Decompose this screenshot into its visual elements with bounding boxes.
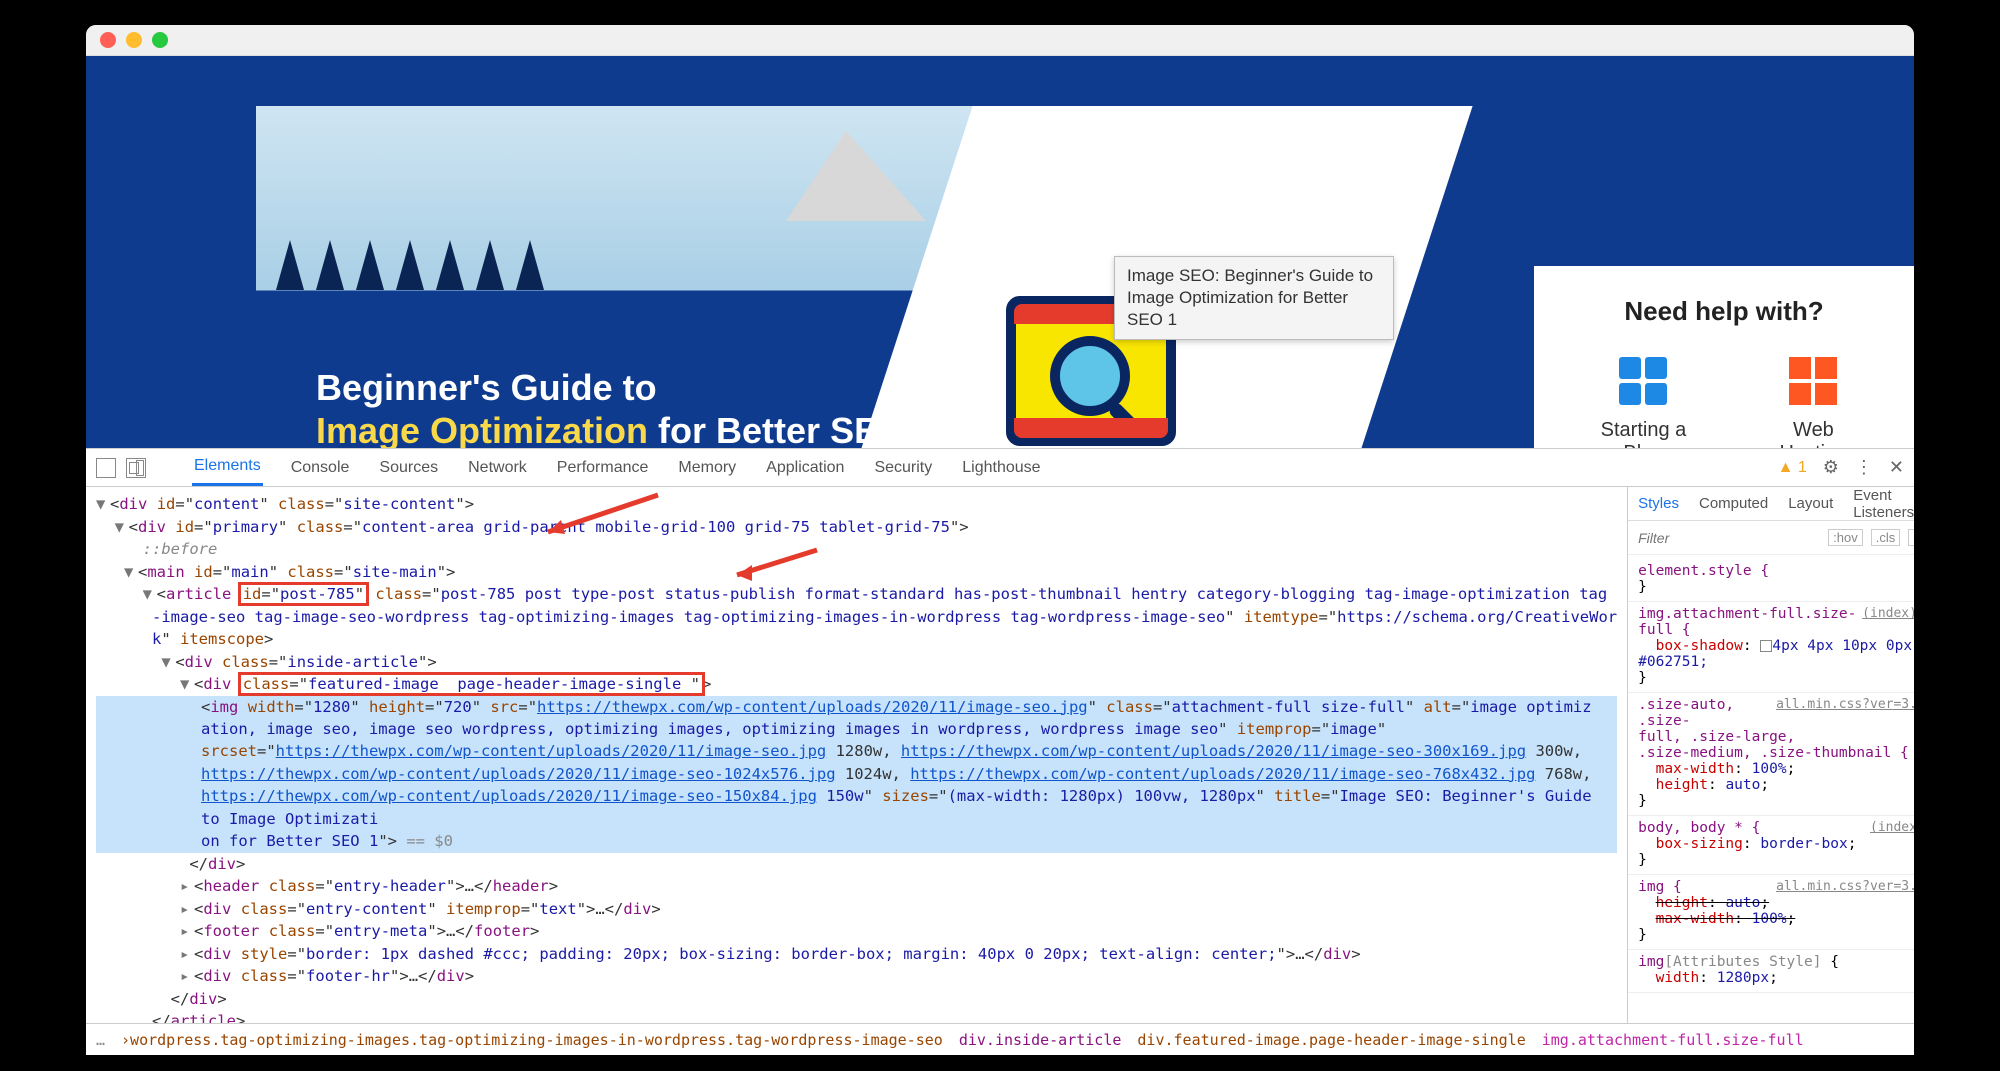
device-toggle-icon[interactable] xyxy=(126,458,146,478)
cls-toggle[interactable]: .cls xyxy=(1871,529,1901,546)
tab-application[interactable]: Application xyxy=(764,451,846,485)
tab-lighthouse[interactable]: Lighthouse xyxy=(960,451,1042,485)
devtools-panel: Elements Console Sources Network Perform… xyxy=(86,448,1914,1055)
grid-icon xyxy=(1619,357,1667,405)
styles-filter-input[interactable] xyxy=(1638,530,1820,546)
sidebar-title: Need help with? xyxy=(1554,296,1894,327)
add-rule-icon[interactable]: + xyxy=(1908,529,1914,546)
tab-event-listeners[interactable]: Event Listeners xyxy=(1853,487,1914,521)
hero-title: Beginner's Guide to Image Optimization f… xyxy=(316,366,906,448)
browser-window: Beginner's Guide to Image Optimization f… xyxy=(86,25,1914,1055)
breadcrumb-path[interactable]: … ›wordpress.tag-optimizing-images.tag-o… xyxy=(86,1023,1914,1055)
tab-network[interactable]: Network xyxy=(466,451,529,485)
minimize-icon[interactable] xyxy=(126,32,142,48)
maximize-icon[interactable] xyxy=(152,32,168,48)
tab-security[interactable]: Security xyxy=(872,451,934,485)
sidebar-item-hosting[interactable]: Web Hosting xyxy=(1780,357,1848,448)
dom-tree[interactable]: ▼<div id="content" class="site-content">… xyxy=(86,487,1627,1055)
styles-tabs: Styles Computed Layout Event Listeners » xyxy=(1628,487,1914,521)
image-tooltip: Image SEO: Beginner's Guide to Image Opt… xyxy=(1114,256,1394,340)
inspect-icon[interactable] xyxy=(96,458,116,478)
warning-badge[interactable]: ▲ 1 xyxy=(1778,459,1807,477)
tab-layout[interactable]: Layout xyxy=(1788,495,1833,512)
hero-line2: Image Optimization for Better SEO xyxy=(316,409,906,448)
tab-computed[interactable]: Computed xyxy=(1699,495,1768,512)
tab-memory[interactable]: Memory xyxy=(676,451,738,485)
hero-line1: Beginner's Guide to xyxy=(316,366,906,409)
sidebar-widget: Need help with? Starting a Blog Web Host… xyxy=(1534,266,1914,448)
window-titlebar xyxy=(86,25,1914,56)
tab-sources[interactable]: Sources xyxy=(377,451,440,485)
sidebar-item-blog[interactable]: Starting a Blog xyxy=(1601,357,1687,448)
tab-performance[interactable]: Performance xyxy=(555,451,651,485)
tab-styles[interactable]: Styles xyxy=(1638,495,1679,512)
rendered-page: Beginner's Guide to Image Optimization f… xyxy=(86,56,1914,448)
devtools-tabs: Elements Console Sources Network Perform… xyxy=(86,449,1914,487)
hov-toggle[interactable]: :hov xyxy=(1828,529,1863,546)
list-icon xyxy=(1789,357,1837,405)
tab-elements[interactable]: Elements xyxy=(192,449,263,486)
styles-rules[interactable]: element.style {} (index):1008img.attachm… xyxy=(1628,555,1914,1055)
more-icon[interactable]: ⋮ xyxy=(1855,457,1873,478)
close-icon[interactable] xyxy=(100,32,116,48)
styles-filter-bar: :hov .cls + ▣ xyxy=(1628,521,1914,555)
tab-console[interactable]: Console xyxy=(289,451,352,485)
gear-icon[interactable]: ⚙ xyxy=(1823,457,1839,478)
styles-panel: Styles Computed Layout Event Listeners »… xyxy=(1627,487,1914,1055)
close-devtools-icon[interactable]: ✕ xyxy=(1889,457,1904,478)
